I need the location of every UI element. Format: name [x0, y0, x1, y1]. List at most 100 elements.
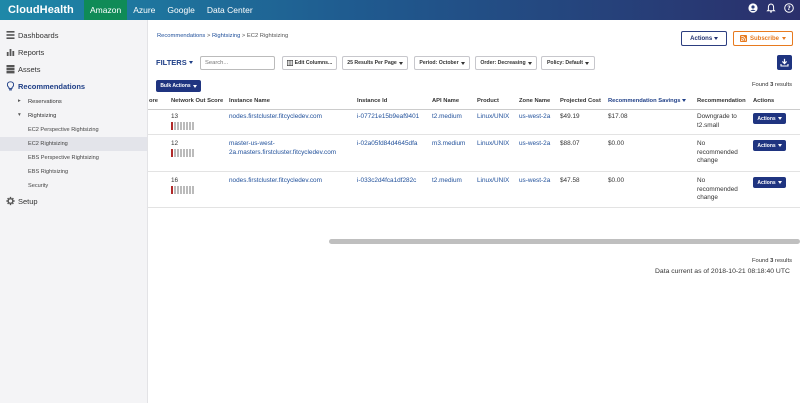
edit-columns-button[interactable]: Edit Columns... [282, 56, 337, 70]
sidebar: Dashboards Reports Assets Recommendation… [0, 20, 148, 403]
column-header-product[interactable]: Product [477, 98, 499, 104]
tab-amazon[interactable]: Amazon [84, 0, 128, 20]
instance-id-link[interactable]: i-07721e15b9eaf9401 [357, 113, 419, 120]
instance-id-link[interactable]: i-033c2d4fca1df282c [357, 177, 416, 184]
column-header-api-name[interactable]: API Name [432, 98, 459, 104]
actions-label: Actions [690, 35, 713, 42]
sidebar-item-ec2-rightsizing[interactable]: EC2 Rightsizing [0, 137, 147, 151]
sidebar-item-assets[interactable]: Assets [0, 61, 147, 78]
zone-link[interactable]: us-west-2a [519, 113, 550, 120]
savings-value: $17.08 [608, 113, 628, 120]
download-icon [780, 58, 789, 67]
edit-columns-label: Edit Columns... [294, 60, 333, 66]
column-header-instance-name[interactable]: Instance Name [229, 98, 270, 104]
projected-cost-value: $88.07 [560, 140, 580, 147]
row-actions-button[interactable]: Actions [753, 113, 786, 124]
sidebar-item-recommendations[interactable]: Recommendations [0, 78, 147, 95]
sidebar-item-ebs-rightsizing[interactable]: EBS Rightsizing [0, 165, 147, 179]
gear-icon [6, 196, 15, 206]
help-icon[interactable]: ? [784, 3, 794, 13]
breadcrumb-recommendations[interactable]: Recommendations [157, 33, 205, 39]
score-segment [189, 149, 191, 157]
brand-logo[interactable]: CloudHealth [0, 4, 84, 16]
score-segment [174, 149, 176, 157]
caret-down-icon [713, 37, 718, 40]
score-segment [192, 122, 194, 130]
column-header-network-out-score[interactable]: Network Out Score [171, 98, 223, 104]
found-suffix: results [773, 258, 792, 264]
score-segment [186, 122, 188, 130]
column-header-projected-cost[interactable]: Projected Cost [560, 98, 601, 104]
table-row: 12 master-us-west-2a.masters.firstcluste… [148, 136, 800, 172]
breadcrumb-rightsizing[interactable]: Rightsizing [212, 33, 240, 39]
score-segment [171, 149, 173, 157]
row-actions-label: Actions [757, 142, 776, 149]
period-label: Period: October [419, 60, 459, 66]
actions-dropdown-button[interactable]: Actions [681, 31, 727, 46]
top-navigation-bar: CloudHealth Amazon Azure Google Data Cen… [0, 0, 800, 20]
sidebar-item-ec2-perspective-rightsizing[interactable]: EC2 Perspective Rightsizing [0, 123, 147, 137]
bell-icon[interactable] [766, 3, 776, 13]
score-segment [174, 122, 176, 130]
sidebar-item-setup[interactable]: Setup [0, 193, 147, 210]
svg-text:?: ? [787, 5, 791, 12]
column-header-zone-name[interactable]: Zone Name [519, 98, 550, 104]
row-actions-button[interactable]: Actions [753, 140, 786, 151]
results-per-page-dropdown[interactable]: 25 Results Per Page [342, 56, 408, 70]
subscribe-label: Subscribe [749, 35, 779, 42]
bulk-actions-button[interactable]: Bulk Actions [156, 80, 201, 92]
found-prefix: Found [752, 82, 771, 88]
zone-link[interactable]: us-west-2a [519, 140, 550, 147]
column-header-instance-id[interactable]: Instance Id [357, 98, 387, 104]
filters-toggle[interactable]: FILTERS [156, 58, 193, 67]
score-segment [180, 149, 182, 157]
api-name-link[interactable]: m3.medium [432, 140, 465, 147]
score-segment [171, 186, 173, 194]
bulk-actions-label: Bulk Actions [160, 83, 191, 89]
sidebar-item-rightsizing[interactable]: ▾ Rightsizing [0, 109, 147, 123]
instance-id-link[interactable]: i-02a05fd84d4645dfa [357, 140, 417, 147]
main-content: Recommendations > Rightsizing > EC2 Righ… [148, 20, 800, 403]
breadcrumb-separator: > [205, 33, 212, 39]
api-name-link[interactable]: t2.medium [432, 177, 462, 184]
sidebar-item-reports[interactable]: Reports [0, 44, 147, 61]
search-input[interactable] [200, 56, 275, 70]
score-segment [171, 122, 173, 130]
row-actions-button[interactable]: Actions [753, 177, 786, 188]
network-score-value: 13 [171, 113, 179, 120]
api-name-link[interactable]: t2.medium [432, 113, 462, 120]
results-per-page-label: 25 Results Per Page [347, 60, 397, 66]
top-icons: ? [748, 3, 794, 13]
subscribe-button[interactable]: Subscribe [733, 31, 793, 46]
user-icon[interactable] [748, 3, 758, 13]
rss-icon [739, 35, 747, 42]
period-dropdown[interactable]: Period: October [414, 56, 470, 70]
column-header-recommendation-savings[interactable]: Recommendation Savings [608, 98, 687, 104]
instance-name-link[interactable]: master-us-west-2a.masters.firstcluster.f… [229, 140, 354, 157]
tab-azure[interactable]: Azure [127, 0, 161, 20]
download-button[interactable] [777, 55, 792, 70]
sidebar-item-reservations[interactable]: ▸ Reservations [0, 95, 147, 109]
horizontal-scrollbar[interactable] [329, 239, 800, 244]
product-link[interactable]: Linux/UNIX [477, 113, 509, 120]
network-score-value: 16 [171, 177, 179, 184]
instance-name-link[interactable]: nodes.firstcluster.fitcycledev.com [229, 113, 322, 120]
tab-data-center[interactable]: Data Center [201, 0, 259, 20]
zone-link[interactable]: us-west-2a [519, 177, 550, 184]
sidebar-item-dashboards[interactable]: Dashboards [0, 27, 147, 44]
column-header-score[interactable]: ore [149, 98, 158, 104]
product-link[interactable]: Linux/UNIX [477, 177, 509, 184]
tab-google[interactable]: Google [161, 0, 200, 20]
order-dropdown[interactable]: Order: Decreasing [475, 56, 537, 70]
score-segment [177, 186, 179, 194]
projected-cost-value: $49.19 [560, 113, 580, 120]
sidebar-item-ebs-perspective-rightsizing[interactable]: EBS Perspective Rightsizing [0, 151, 147, 165]
policy-dropdown[interactable]: Policy: Default [541, 56, 595, 70]
sidebar-item-security[interactable]: Security [0, 179, 147, 193]
instance-name-link[interactable]: nodes.firstcluster.fitcycledev.com [229, 177, 322, 184]
product-link[interactable]: Linux/UNIX [477, 140, 509, 147]
columns-icon [286, 60, 293, 66]
column-header-recommendation[interactable]: Recommendation [697, 98, 746, 104]
projected-cost-value: $47.58 [560, 177, 580, 184]
found-prefix: Found [752, 258, 771, 264]
